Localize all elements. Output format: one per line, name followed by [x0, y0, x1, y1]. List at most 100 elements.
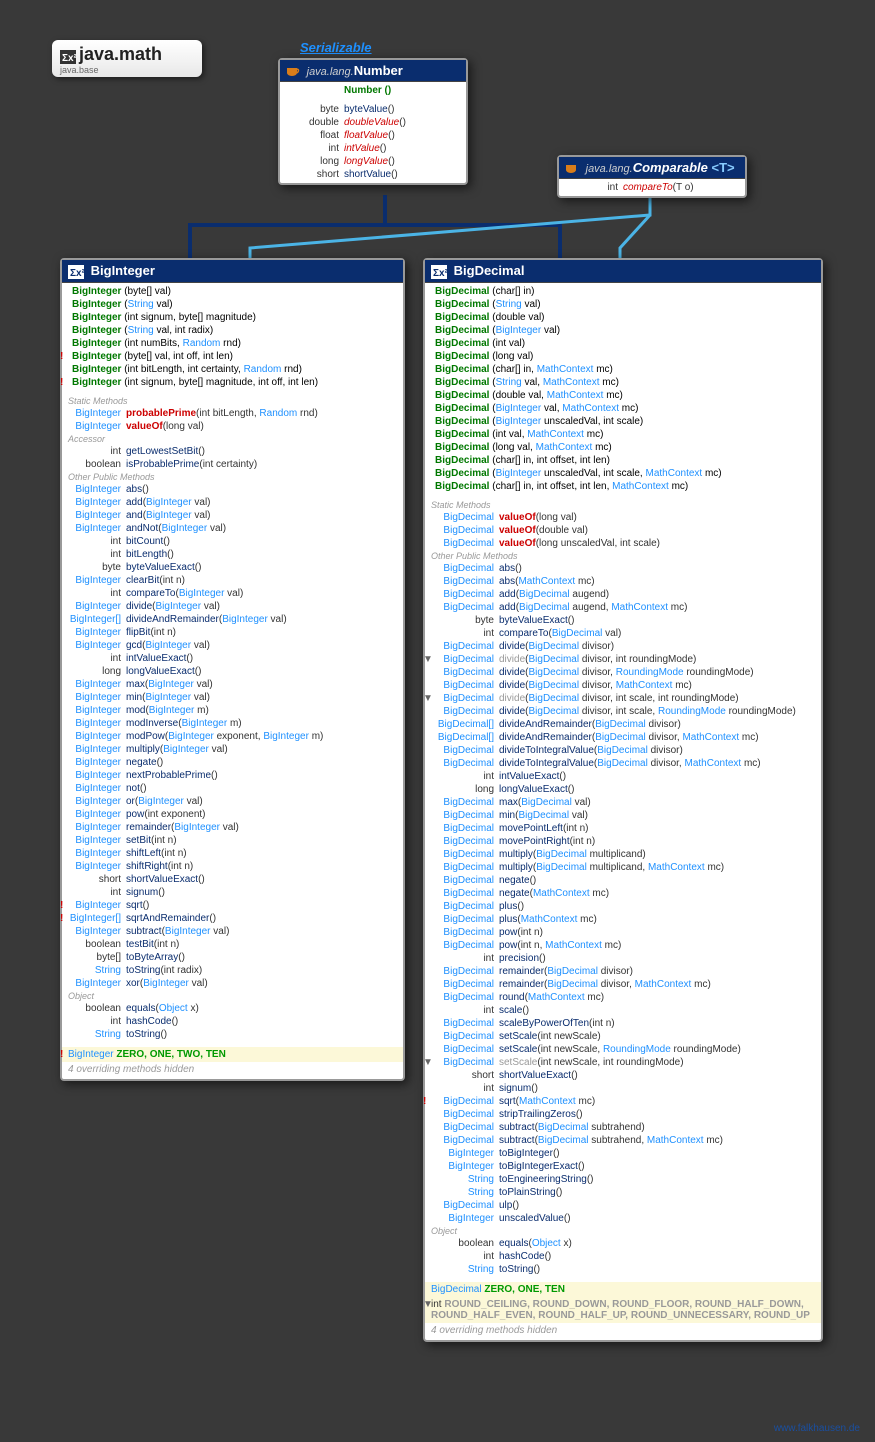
method-row[interactable]: BigDecimalsubtract (BigDecimal subtrahen…	[425, 1134, 821, 1147]
method-row[interactable]: BigDecimaldivide (BigDecimal divisor)	[425, 640, 821, 653]
constructor-row[interactable]: BigInteger (String val, int radix)	[62, 324, 403, 337]
method-row[interactable]: intscale ()	[425, 1004, 821, 1017]
method-row[interactable]: shortshortValue ()	[280, 168, 466, 181]
method-row[interactable]: BigIntegertoBigInteger ()	[425, 1147, 821, 1160]
constructor-row[interactable]: !BigInteger (int signum, byte[] magnitud…	[62, 376, 403, 389]
method-row[interactable]: BigDecimalsetScale (int newScale, Roundi…	[425, 1043, 821, 1056]
method-row[interactable]: BigIntegerflipBit (int n)	[62, 626, 403, 639]
method-row[interactable]: BigDecimaldivide (BigDecimal divisor, Ro…	[425, 666, 821, 679]
method-row[interactable]: bytebyteValue ()	[280, 103, 466, 116]
method-row[interactable]: intbitLength ()	[62, 548, 403, 561]
method-row[interactable]: BigIntegermultiply (BigInteger val)	[62, 743, 403, 756]
method-row[interactable]: BigIntegernextProbablePrime ()	[62, 769, 403, 782]
method-row[interactable]: ▼BigDecimaldivide (BigDecimal divisor, i…	[425, 653, 821, 666]
method-row[interactable]: intintValueExact ()	[62, 652, 403, 665]
method-row[interactable]: BigDecimalpow (int n)	[425, 926, 821, 939]
method-row[interactable]: BigIntegerunscaledValue ()	[425, 1212, 821, 1225]
method-row[interactable]: StringtoString ()	[425, 1263, 821, 1276]
method-row[interactable]: ▼BigDecimaldivide (BigDecimal divisor, i…	[425, 692, 821, 705]
method-row[interactable]: BigDecimalpow (int n, MathContext mc)	[425, 939, 821, 952]
constructor-row[interactable]: BigInteger (int numBits, Random rnd)	[62, 337, 403, 350]
method-row[interactable]: StringtoEngineeringString ()	[425, 1173, 821, 1186]
method-row[interactable]: BigIntegermod (BigInteger m)	[62, 704, 403, 717]
method-row[interactable]: BigDecimalsetScale (int newScale)	[425, 1030, 821, 1043]
method-row[interactable]: !BigDecimalsqrt (MathContext mc)	[425, 1095, 821, 1108]
constructor-row[interactable]: BigDecimal (char[] in, int offset, int l…	[425, 480, 821, 493]
method-row[interactable]: longlongValueExact ()	[62, 665, 403, 678]
constructor-row[interactable]: BigInteger (int signum, byte[] magnitude…	[62, 311, 403, 324]
method-row[interactable]: BigDecimalround (MathContext mc)	[425, 991, 821, 1004]
constructor-row[interactable]: BigDecimal (char[] in, int offset, int l…	[425, 454, 821, 467]
method-row[interactable]: BigIntegergcd (BigInteger val)	[62, 639, 403, 652]
method-row[interactable]: BigDecimalscaleByPowerOfTen (int n)	[425, 1017, 821, 1030]
method-row[interactable]: !BigIntegersqrt ()	[62, 899, 403, 912]
method-row[interactable]: BigIntegeror (BigInteger val)	[62, 795, 403, 808]
method-row[interactable]: BigDecimaldivide (BigDecimal divisor, Ma…	[425, 679, 821, 692]
method-row[interactable]: BigIntegertoBigIntegerExact ()	[425, 1160, 821, 1173]
method-row[interactable]: floatfloatValue ()	[280, 129, 466, 142]
method-row[interactable]: shortshortValueExact ()	[425, 1069, 821, 1082]
method-row[interactable]: BigDecimaldivideToIntegralValue (BigDeci…	[425, 744, 821, 757]
constructor-row[interactable]: BigInteger (byte[] val)	[62, 285, 403, 298]
method-row[interactable]: BigDecimalnegate (MathContext mc)	[425, 887, 821, 900]
method-row[interactable]: BigIntegerpow (int exponent)	[62, 808, 403, 821]
constructor-row[interactable]: BigDecimal (double val)	[425, 311, 821, 324]
constructor-row[interactable]: BigDecimal (char[] in, MathContext mc)	[425, 363, 821, 376]
method-row[interactable]: booleanisProbablePrime (int certainty)	[62, 458, 403, 471]
method-row[interactable]: BigDecimalmultiply (BigDecimal multiplic…	[425, 848, 821, 861]
method-row[interactable]: BigDecimaldivide (BigDecimal divisor, in…	[425, 705, 821, 718]
method-row[interactable]: BigDecimalvalueOf (long unscaledVal, int…	[425, 537, 821, 550]
method-row[interactable]: intintValueExact ()	[425, 770, 821, 783]
method-row[interactable]: intsignum ()	[62, 886, 403, 899]
method-row[interactable]: intgetLowestSetBit ()	[62, 445, 403, 458]
method-row[interactable]: BigIntegerprobablePrime (int bitLength, …	[62, 407, 403, 420]
method-row[interactable]: BigIntegeradd (BigInteger val)	[62, 496, 403, 509]
method-row[interactable]: BigDecimaladd (BigDecimal augend)	[425, 588, 821, 601]
footer-link[interactable]: www.falkhausen.de	[774, 1423, 860, 1434]
method-row[interactable]: BigIntegerand (BigInteger val)	[62, 509, 403, 522]
method-row[interactable]: byte[]toByteArray ()	[62, 951, 403, 964]
method-row[interactable]: BigIntegermodPow (BigInteger exponent, B…	[62, 730, 403, 743]
method-row[interactable]: ▼BigDecimalsetScale (int newScale, int r…	[425, 1056, 821, 1069]
method-row[interactable]: BigDecimalvalueOf (double val)	[425, 524, 821, 537]
constructor-row[interactable]: BigDecimal (BigInteger val)	[425, 324, 821, 337]
constructor-row[interactable]: BigDecimal (long val)	[425, 350, 821, 363]
method-row[interactable]: BigDecimalabs ()	[425, 562, 821, 575]
method-row[interactable]: BigDecimalplus ()	[425, 900, 821, 913]
method-row[interactable]: bytebyteValueExact ()	[425, 614, 821, 627]
constructor-row[interactable]: BigDecimal (BigInteger val, MathContext …	[425, 402, 821, 415]
method-row[interactable]: BigIntegernegate ()	[62, 756, 403, 769]
method-row[interactable]: StringtoString ()	[62, 1028, 403, 1041]
method-row[interactable]: BigDecimalmovePointLeft (int n)	[425, 822, 821, 835]
method-row[interactable]: BigDecimalmax (BigDecimal val)	[425, 796, 821, 809]
method-row[interactable]: doubledoubleValue ()	[280, 116, 466, 129]
method-row[interactable]: BigDecimalmultiply (BigDecimal multiplic…	[425, 861, 821, 874]
method-row[interactable]: BigDecimalremainder (BigDecimal divisor,…	[425, 978, 821, 991]
method-row[interactable]: BigIntegershiftRight (int n)	[62, 860, 403, 873]
method-row[interactable]: BigIntegerclearBit (int n)	[62, 574, 403, 587]
constructor-row[interactable]: !BigInteger (byte[] val, int off, int le…	[62, 350, 403, 363]
method-row[interactable]: intcompareTo (BigInteger val)	[62, 587, 403, 600]
constructor-row[interactable]: BigInteger (String val)	[62, 298, 403, 311]
method-row[interactable]: BigIntegershiftLeft (int n)	[62, 847, 403, 860]
method-row[interactable]: inthashCode ()	[425, 1250, 821, 1263]
constructor-row[interactable]: BigDecimal (String val, MathContext mc)	[425, 376, 821, 389]
method-row[interactable]: shortshortValueExact ()	[62, 873, 403, 886]
method-row[interactable]: BigDecimal[]divideAndRemainder (BigDecim…	[425, 718, 821, 731]
method-row[interactable]: bytebyteValueExact ()	[62, 561, 403, 574]
constructor-row[interactable]: BigDecimal (int val, MathContext mc)	[425, 428, 821, 441]
method-row[interactable]: BigDecimalremainder (BigDecimal divisor)	[425, 965, 821, 978]
method-row[interactable]: BigIntegerxor (BigInteger val)	[62, 977, 403, 990]
method-row[interactable]: BigDecimalabs (MathContext mc)	[425, 575, 821, 588]
method-row[interactable]: BigIntegermodInverse (BigInteger m)	[62, 717, 403, 730]
method-row[interactable]: BigIntegersetBit (int n)	[62, 834, 403, 847]
method-row[interactable]: BigDecimalnegate ()	[425, 874, 821, 887]
constructor-row[interactable]: BigDecimal (BigInteger unscaledVal, int …	[425, 467, 821, 480]
method-row[interactable]: longlongValue ()	[280, 155, 466, 168]
method-row[interactable]: StringtoPlainString ()	[425, 1186, 821, 1199]
method-row[interactable]: BigDecimaladd (BigDecimal augend, MathCo…	[425, 601, 821, 614]
method-row[interactable]: BigDecimalvalueOf (long val)	[425, 511, 821, 524]
method-row[interactable]: intintValue ()	[280, 142, 466, 155]
method-row[interactable]: booleanequals (Object x)	[425, 1237, 821, 1250]
method-row[interactable]: BigDecimalstripTrailingZeros ()	[425, 1108, 821, 1121]
